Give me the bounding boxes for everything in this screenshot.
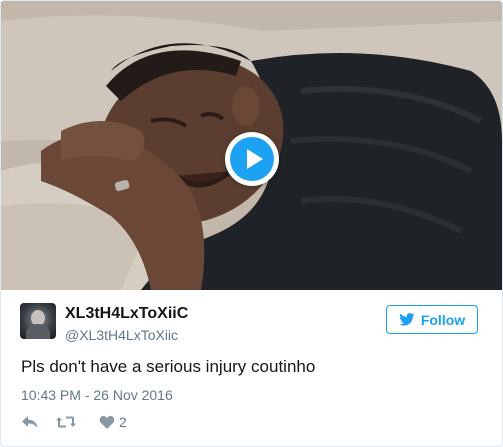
play-button[interactable] [225, 132, 279, 186]
author-display-name[interactable]: XL3tH4LxToXiiC [65, 305, 188, 323]
like-count: 2 [119, 414, 127, 430]
author-handle[interactable]: @XL3tH4LxToXiic [65, 327, 178, 343]
reply-button[interactable] [21, 412, 39, 432]
follow-button-label: Follow [420, 311, 466, 328]
retweet-button[interactable] [55, 412, 77, 432]
like-button[interactable]: 2 [99, 412, 127, 432]
video-thumbnail[interactable] [1, 1, 502, 290]
reply-icon [22, 416, 38, 428]
avatar[interactable] [20, 303, 56, 339]
play-icon [230, 137, 274, 181]
tweet-card: XL3tH4LxToXiiC @XL3tH4LxToXiic Follow Pl… [0, 0, 503, 447]
follow-button[interactable]: Follow [386, 305, 478, 334]
heart-icon [99, 415, 115, 429]
twitter-bird-icon [399, 313, 415, 326]
tweet-text: Pls don't have a serious injury coutinho [21, 357, 316, 376]
tweet-timestamp[interactable]: 10:43 PM - 26 Nov 2016 [21, 387, 173, 403]
retweet-icon [56, 416, 76, 428]
